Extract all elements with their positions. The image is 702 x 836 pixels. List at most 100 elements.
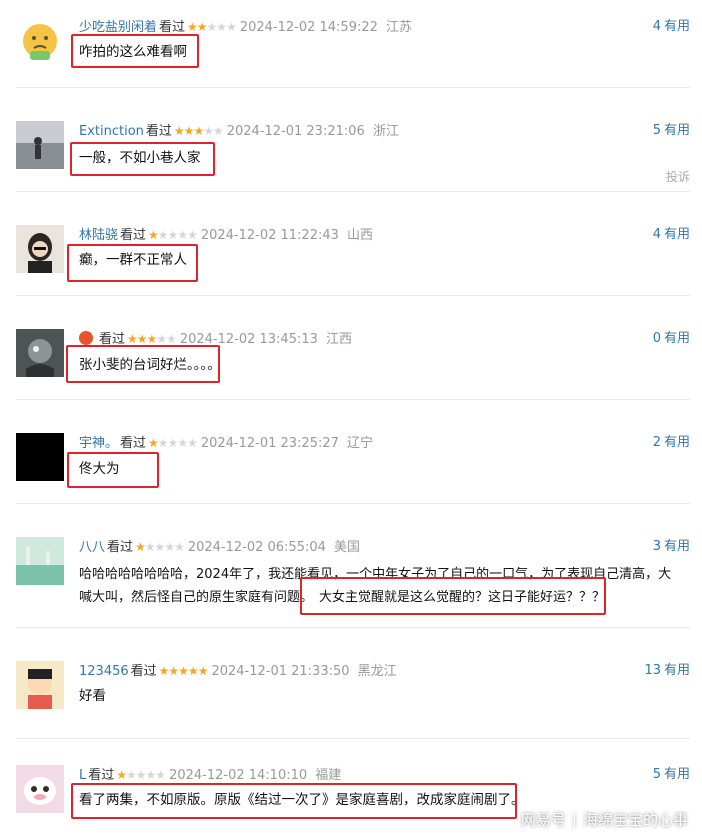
comment-time: 2024-12-02 14:59:22: [239, 20, 378, 35]
useful-vote-button[interactable]: 2 有用: [653, 433, 690, 453]
useful-count: 13: [644, 663, 661, 678]
comment-time: 2024-12-02 11:22:43: [200, 228, 339, 243]
comment-location: 美国: [334, 540, 361, 555]
watched-label: 看过: [130, 664, 157, 679]
useful-count: 4: [652, 19, 661, 34]
useful-label: 有用: [663, 663, 690, 678]
comment-location: 黑龙江: [357, 664, 397, 679]
useful-count: 5: [652, 767, 661, 782]
divider: [16, 738, 690, 739]
highlight-box: [66, 345, 220, 383]
username-link[interactable]: 宇神。: [79, 436, 118, 451]
useful-label: 有用: [663, 123, 690, 138]
useful-count: 5: [652, 123, 661, 138]
rating-stars: ★★★★★: [116, 768, 166, 782]
avatar[interactable]: [16, 329, 64, 377]
useful-count: 4: [652, 227, 661, 242]
avatar[interactable]: [16, 225, 64, 273]
rating-stars: ★★★★★: [135, 540, 185, 554]
highlight-box: [71, 783, 517, 819]
comment-item: 少吃盐别闲着 看过 ★★★★★ 2024-12-02 14:59:22 江苏 4 有用 …: [0, 17, 702, 107]
useful-label: 有用: [663, 767, 690, 782]
useful-vote-button[interactable]: 0 有用: [653, 329, 690, 349]
comment-time: 2024-12-02 06:55:04: [187, 540, 326, 555]
useful-vote-button[interactable]: 3 有用: [653, 537, 690, 557]
useful-count: 3: [652, 539, 661, 554]
useful-label: 有用: [663, 435, 690, 450]
watermark: 网易号 | 海绵宝宝的心事: [520, 811, 688, 829]
avatar[interactable]: [16, 17, 64, 65]
divider: [16, 87, 690, 88]
report-link[interactable]: 投诉: [666, 168, 690, 185]
comment-location: 江苏: [386, 20, 413, 35]
watched-label: 看过: [88, 768, 115, 783]
avatar[interactable]: [16, 537, 64, 585]
watched-label: 看过: [120, 228, 147, 243]
useful-vote-button[interactable]: 4 有用: [653, 225, 690, 245]
rating-stars: ★★★★★: [158, 664, 209, 678]
username-link[interactable]: 林陆骁: [79, 228, 118, 243]
useful-count: 2: [652, 435, 661, 450]
comment-location: 江西: [326, 332, 353, 347]
avatar[interactable]: [16, 121, 64, 169]
avatar[interactable]: [16, 765, 64, 813]
rating-stars: ★★★★★: [148, 436, 198, 450]
comment-meta: Extinction 看过 ★★★★★ 2024-12-01 23:21:06 浙江: [79, 121, 399, 141]
useful-label: 有用: [663, 19, 690, 34]
rating-stars: ★★★★★: [148, 228, 198, 242]
divider: [16, 627, 690, 628]
useful-vote-button[interactable]: 5 有用: [653, 121, 690, 141]
username-link[interactable]: 八八: [79, 540, 105, 555]
avatar[interactable]: [16, 661, 64, 709]
comment-item: Extinction 看过 ★★★★★ 2024-12-01 23:21:06 浙江 …: [0, 121, 702, 211]
comment-location: 福建: [315, 768, 342, 783]
useful-label: 有用: [663, 331, 690, 346]
useful-count: 0: [652, 331, 661, 346]
comment-time: 2024-12-01 21:33:50: [211, 664, 350, 679]
highlight-box: [71, 34, 199, 68]
useful-vote-button[interactable]: 5 有用: [653, 765, 690, 785]
useful-vote-button[interactable]: 4 有用: [653, 17, 690, 37]
highlight-box: [67, 452, 159, 488]
comment-time: 2024-12-02 14:10:10: [169, 768, 308, 783]
watermark-account: 海绵宝宝的心事: [582, 811, 688, 829]
comment-time: 2024-12-01 23:21:06: [226, 124, 365, 139]
comment-location: 辽宁: [347, 436, 374, 451]
username-link[interactable]: 123456: [79, 664, 129, 679]
watched-label: 看过: [145, 124, 172, 139]
useful-vote-button[interactable]: 13 有用: [644, 661, 690, 681]
comment-meta: 宇神。 看过 ★★★★★ 2024-12-01 23:25:27 辽宁: [79, 433, 373, 453]
divider: [16, 503, 690, 504]
comment-item: 宇神。 看过 ★★★★★ 2024-12-01 23:25:27 辽宁 2 有用 佟大为: [0, 433, 702, 523]
comment-meta: 八八 看过 ★★★★★ 2024-12-02 06:55:04 美国: [79, 537, 360, 557]
comment-meta: 林陆骁 看过 ★★★★★ 2024-12-02 11:22:43 山西: [79, 225, 373, 245]
highlight-box: [67, 244, 198, 282]
watched-label: 看过: [107, 540, 134, 555]
username-link[interactable]: 少吃盐别闲着: [79, 20, 157, 35]
rating-stars: ★★★★★: [173, 124, 224, 138]
divider: [16, 295, 690, 296]
comment-location: 山西: [347, 228, 374, 243]
divider: [16, 191, 690, 192]
watermark-source: 网易号: [520, 811, 566, 829]
comment-item: 林陆骁 看过 ★★★★★ 2024-12-02 11:22:43 山西 4 有用 癫，一…: [0, 225, 702, 315]
comment-text: 佟大为: [79, 461, 120, 477]
useful-label: 有用: [663, 539, 690, 554]
watched-label: 看过: [159, 20, 186, 35]
comment-time: 2024-12-01 23:25:27: [200, 436, 339, 451]
comment-location: 浙江: [372, 124, 399, 139]
comment-text: 好看: [79, 688, 106, 704]
comment-item: 看过 ★★★★★ 2024-12-02 13:45:13 江西 0 有用 张小斐的台词…: [0, 329, 702, 419]
highlight-box: [70, 142, 215, 176]
highlight-box: [300, 577, 606, 615]
username-link[interactable]: Extinction: [79, 124, 144, 139]
comment-meta: L 看过 ★★★★★ 2024-12-02 14:10:10 福建: [79, 765, 341, 785]
comment-meta: 123456 看过 ★★★★★ 2024-12-01 21:33:50 黑龙江: [79, 661, 397, 681]
username-link[interactable]: L: [79, 768, 86, 783]
watched-label: 看过: [120, 436, 147, 451]
user-badge-icon: [79, 331, 93, 345]
comment-item: 八八 看过 ★★★★★ 2024-12-02 06:55:04 美国 3 有用 哈哈哈哈…: [0, 537, 702, 647]
useful-label: 有用: [663, 227, 690, 242]
divider: [16, 399, 690, 400]
avatar[interactable]: [16, 433, 64, 481]
